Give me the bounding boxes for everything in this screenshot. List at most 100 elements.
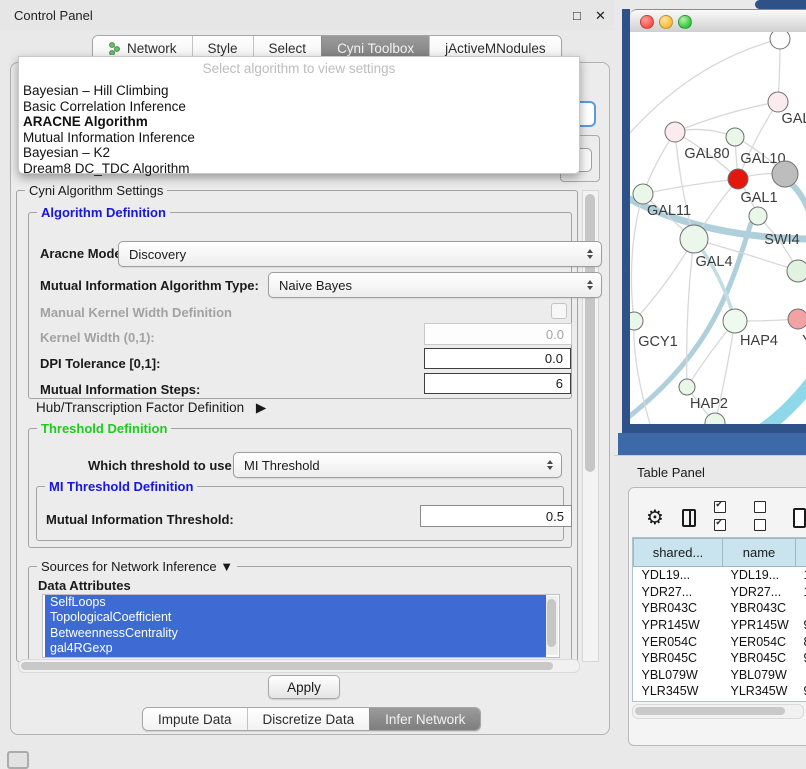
network-node-GALtop[interactable] (768, 92, 788, 112)
tab-discretize-data[interactable]: Discretize Data (247, 708, 370, 730)
node-table[interactable]: shared...nameAYDL19...YDL19...13YDR27...… (632, 537, 806, 702)
network-node-GAL4[interactable] (680, 225, 708, 253)
mi-steps-field[interactable]: 6 (424, 373, 571, 394)
network-node-GAL1[interactable] (728, 169, 748, 189)
algorithm-option[interactable]: Mutual Information Inference (19, 130, 579, 146)
settings-hscrollbar-track[interactable] (18, 659, 580, 673)
mi-type-select[interactable]: Naive Bayes (268, 272, 602, 298)
algorithm-option[interactable]: ARACNE Algorithm (19, 114, 579, 130)
table-cell[interactable]: 12 (796, 584, 806, 601)
table-cell[interactable]: YBL079W (723, 667, 796, 684)
close-panel-icon[interactable]: ✕ (595, 8, 606, 24)
clipped-corner-button[interactable] (7, 751, 29, 769)
network-window-titlebar[interactable] (630, 9, 806, 34)
table-cell[interactable]: 9 (796, 700, 806, 702)
aracne-mode-select[interactable]: Discovery (118, 241, 602, 267)
network-node-SWI4[interactable] (749, 207, 767, 225)
table-cell[interactable]: YBR045C (634, 650, 723, 667)
manual-kernel-checkbox[interactable] (551, 303, 567, 319)
network-node-GAL11[interactable] (633, 184, 653, 204)
table-row[interactable]: YPR145WYPR145W9. (634, 617, 806, 634)
apply-button[interactable]: Apply (268, 675, 340, 699)
table-cell[interactable]: YBR045C (723, 650, 796, 667)
network-edge[interactable] (738, 102, 778, 179)
kernel-width-field[interactable]: 0.0 (424, 323, 572, 345)
table-cell[interactable]: YBR043C (723, 600, 796, 617)
table-row[interactable]: YDR27...YDR27...12 (634, 584, 806, 601)
network-node-GAL80[interactable] (665, 122, 685, 142)
table-cell[interactable]: YPR145W (723, 617, 796, 634)
table-cell[interactable]: YDR27... (634, 584, 723, 601)
network-node-HAP4[interactable] (723, 309, 747, 333)
sources-group-title[interactable]: Sources for Network Inference ▼ (37, 559, 237, 574)
gear-icon[interactable]: ⚙ (646, 508, 664, 528)
network-edge[interactable] (687, 239, 694, 387)
network-edge[interactable] (630, 39, 780, 142)
table-cell[interactable]: 9. (796, 617, 806, 634)
settings-scrollbar-thumb[interactable] (585, 194, 595, 472)
zoom-traffic-light-icon[interactable] (678, 15, 692, 29)
table-cell[interactable]: YLR345W (723, 683, 796, 700)
deselect-all-icon[interactable] (754, 500, 775, 536)
dpi-tolerance-field[interactable]: 0.0 (424, 348, 571, 369)
table-cell[interactable]: 9. (796, 650, 806, 667)
table-row[interactable]: YLR345WYLR345W9. (634, 683, 806, 700)
network-view-canvas[interactable]: GALGAL80GAL10GAL1GAL11SWI4GAL4GCY1HAP4YH… (630, 32, 806, 424)
data-attribute-item[interactable]: SelfLoops (45, 595, 546, 610)
attr-list-scrollbar-thumb[interactable] (547, 599, 556, 647)
data-attributes-list[interactable]: SelfLoopsTopologicalCoefficientBetweenne… (42, 594, 560, 658)
settings-hscrollbar-thumb[interactable] (21, 662, 553, 670)
network-node-right-green[interactable] (787, 260, 806, 282)
table-cell[interactable]: YDL19... (634, 567, 723, 584)
table-cell[interactable]: YDR27... (723, 584, 796, 601)
network-node-HAP2[interactable] (679, 379, 695, 395)
network-edge[interactable] (631, 194, 643, 321)
close-traffic-light-icon[interactable] (640, 15, 654, 29)
table-row[interactable]: YBR045CYBR045C9. (634, 650, 806, 667)
table-cell[interactable]: YBL079W (634, 667, 723, 684)
table-cell[interactable]: YER054C (634, 633, 723, 650)
table-hscrollbar-thumb[interactable] (635, 707, 785, 715)
network-node-top-clipped[interactable] (770, 32, 790, 49)
algorithm-option[interactable]: Dream8 DC_TDC Algorithm (19, 161, 579, 177)
algorithm-option[interactable]: Bayesian – K2 (19, 145, 579, 161)
split-columns-icon[interactable] (682, 509, 696, 527)
table-column-header[interactable]: shared... (634, 539, 723, 567)
table-row[interactable]: YBL079WYBL079W (634, 667, 806, 684)
table-column-header[interactable]: name (723, 539, 796, 567)
network-edge[interactable] (643, 179, 738, 194)
network-edge-thick[interactable] (756, 376, 806, 424)
network-node-gray-node[interactable] (772, 161, 798, 187)
table-cell[interactable]: YIL052C (723, 700, 796, 702)
table-cell[interactable] (796, 667, 806, 684)
table-cell[interactable]: YIL052C (634, 700, 723, 702)
table-cell[interactable]: YBR043C (634, 600, 723, 617)
tab-infer-network[interactable]: Infer Network (369, 708, 480, 730)
table-cell[interactable]: 8. (796, 633, 806, 650)
float-panel-icon[interactable]: □ (573, 8, 581, 23)
network-node-GAL10[interactable] (726, 128, 744, 146)
table-cell[interactable]: YPR145W (634, 617, 723, 634)
mi-threshold-field[interactable]: 0.5 (420, 505, 572, 527)
table-row[interactable]: YIL052CYIL052C9 (634, 700, 806, 702)
table-cell[interactable]: YLR345W (634, 683, 723, 700)
network-node-salmon-node[interactable] (788, 309, 806, 329)
select-all-icon[interactable] (714, 500, 735, 536)
new-table-icon[interactable] (793, 508, 806, 528)
network-node-GCY1[interactable] (630, 312, 643, 330)
table-row[interactable]: YER054CYER054C8. (634, 633, 806, 650)
hub-definition-toggle[interactable]: Hub/Transcription Factor Definition ▶ (36, 400, 266, 416)
data-attribute-item[interactable]: gal4RGexp (45, 641, 546, 656)
data-attribute-item[interactable]: BetweennessCentrality (45, 626, 546, 641)
table-cell[interactable]: YER054C (723, 633, 796, 650)
minimize-traffic-light-icon[interactable] (659, 15, 673, 29)
table-cell[interactable]: 9. (796, 683, 806, 700)
collapsed-arrow-icon[interactable]: ▶ (256, 400, 266, 415)
table-row[interactable]: YBR043CYBR043C (634, 600, 806, 617)
table-row[interactable]: YDL19...YDL19...13 (634, 567, 806, 584)
table-cell[interactable] (796, 600, 806, 617)
attr-list-scrollbar-track[interactable] (546, 596, 558, 655)
network-edge[interactable] (634, 239, 694, 321)
expanded-arrow-icon[interactable]: ▼ (220, 559, 233, 574)
algorithm-option[interactable]: Basic Correlation Inference (19, 99, 579, 115)
